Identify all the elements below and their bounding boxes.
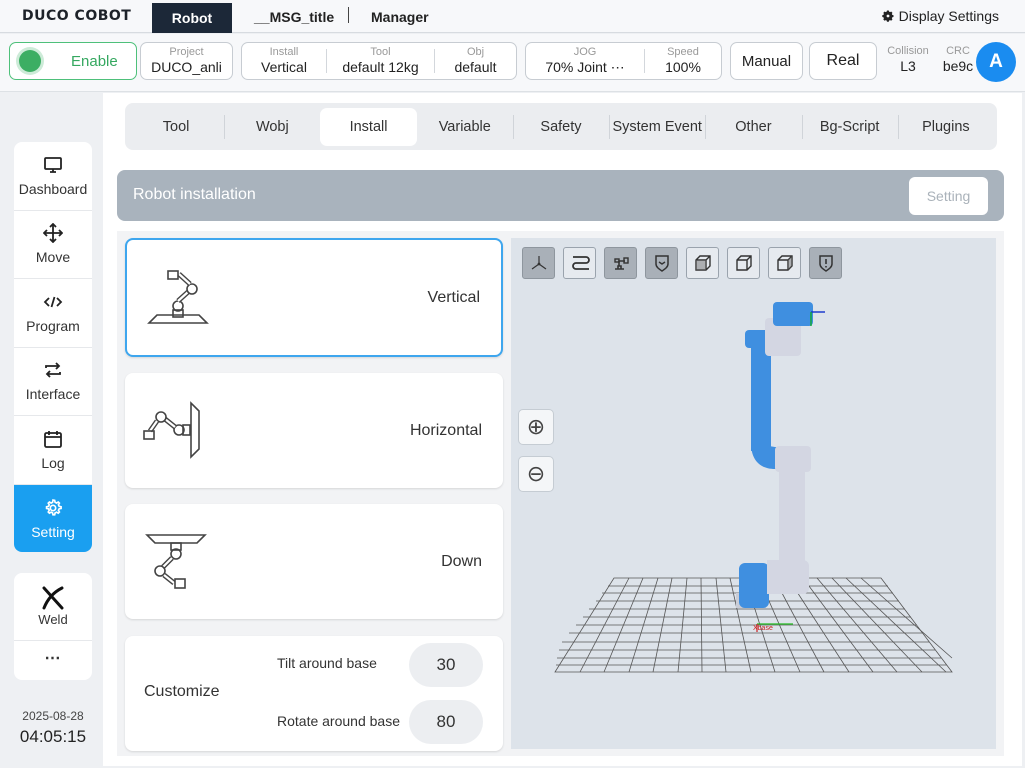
main-panel: Tool Wobj Install Variable Safety System… bbox=[103, 93, 1022, 766]
header-tab-msg-title[interactable]: __MSG_title bbox=[254, 9, 334, 25]
install-option-horizontal[interactable]: Horizontal bbox=[125, 373, 503, 488]
install-key: Install bbox=[269, 46, 299, 58]
install-value: Vertical bbox=[261, 59, 307, 75]
settings-tabs: Tool Wobj Install Variable Safety System… bbox=[125, 103, 997, 150]
rotate-input[interactable]: 80 bbox=[409, 700, 483, 744]
install-option-label: Vertical bbox=[427, 288, 480, 306]
sidebar-item-log[interactable]: Log bbox=[14, 416, 92, 485]
tool-key: Tool bbox=[370, 46, 391, 58]
sidebar-item-label: Setting bbox=[31, 523, 75, 540]
robot-3d-scene: Xbase bbox=[554, 302, 953, 673]
tilt-label: Tilt around base bbox=[277, 655, 377, 671]
sidebar-item-move[interactable]: Move bbox=[14, 211, 92, 279]
gear-icon bbox=[881, 10, 894, 22]
install-option-customize[interactable]: Customize Tilt around base 30 Rotate aro… bbox=[125, 636, 503, 751]
monitor-icon bbox=[44, 156, 62, 173]
more-button[interactable]: ⋯ bbox=[14, 641, 92, 680]
sidebar-item-label: Weld bbox=[38, 612, 68, 627]
tool-value: default 12kg bbox=[342, 59, 419, 75]
install-tool-obj-box[interactable]: Install Vertical Tool default 12kg Obj d… bbox=[241, 42, 517, 80]
jog-speed-box[interactable]: JOG 70% Joint ⋯ Speed 100% bbox=[525, 42, 722, 80]
collision-key: Collision bbox=[887, 45, 929, 57]
user-avatar[interactable]: A bbox=[976, 42, 1016, 82]
sidebar-item-dashboard[interactable]: Dashboard bbox=[14, 142, 92, 211]
code-icon bbox=[43, 296, 63, 308]
jog-key: JOG bbox=[573, 46, 597, 58]
install-option-label: Down bbox=[441, 552, 482, 570]
enable-button[interactable]: Enable bbox=[9, 42, 137, 80]
tab-bg-script[interactable]: Bg-Script bbox=[801, 108, 898, 146]
obj-key: Obj bbox=[466, 46, 485, 58]
robot-horizontal-icon bbox=[143, 401, 200, 459]
manual-mode-button[interactable]: Manual bbox=[730, 42, 803, 80]
project-key: Project bbox=[169, 46, 204, 58]
calendar-icon bbox=[44, 430, 62, 448]
sidebar-item-label: Move bbox=[35, 249, 71, 266]
weld-icon bbox=[42, 586, 64, 610]
sidebar-item-weld[interactable]: Weld bbox=[14, 573, 92, 641]
obj-value: default bbox=[454, 59, 497, 75]
section-header: Robot installation Setting bbox=[117, 170, 1004, 221]
header-divider bbox=[348, 7, 349, 23]
move-icon bbox=[43, 223, 63, 244]
customize-label: Customize bbox=[144, 683, 220, 700]
robot-3d-viewer[interactable]: ⊕ ⊖ Xbase bbox=[511, 238, 996, 749]
tab-other[interactable]: Other bbox=[705, 108, 801, 146]
sidebar-item-label: Interface bbox=[25, 386, 81, 403]
sidebar-item-label: Log bbox=[41, 454, 65, 471]
crc-value: be9c bbox=[942, 58, 974, 74]
swap-icon bbox=[45, 362, 61, 378]
enable-label: Enable bbox=[71, 52, 118, 70]
tab-plugins[interactable]: Plugins bbox=[897, 108, 994, 146]
tilt-input[interactable]: 30 bbox=[409, 643, 483, 687]
tab-system-event[interactable]: System Event bbox=[609, 108, 705, 146]
tab-install[interactable]: Install bbox=[320, 107, 417, 146]
sidebar-item-label: Program bbox=[26, 317, 80, 334]
section-title: Robot installation bbox=[133, 186, 256, 203]
crc-status: CRC be9c bbox=[938, 42, 978, 78]
base-axis-label: Xbase bbox=[753, 625, 773, 632]
jog-value: 70% Joint ⋯ bbox=[545, 59, 625, 75]
sidebar-nav: Dashboard Move Program Interface Log Set… bbox=[14, 142, 92, 552]
tab-safety[interactable]: Safety bbox=[512, 108, 609, 146]
robot-vertical-icon bbox=[147, 270, 209, 324]
app-logo: DUCO COBOT bbox=[22, 8, 132, 24]
top-bar: DUCO COBOT Robot __MSG_title Manager Dis… bbox=[0, 0, 1025, 33]
install-option-label: Horizontal bbox=[409, 421, 482, 439]
current-date: 2025-08-28 bbox=[22, 709, 84, 723]
install-content: Vertical Horizontal Down Customize Tilt … bbox=[117, 231, 1004, 756]
install-option-down[interactable]: Down bbox=[125, 504, 503, 619]
gear-icon bbox=[45, 498, 62, 516]
robot-down-icon bbox=[145, 534, 207, 589]
header-tab-robot[interactable]: Robot bbox=[152, 3, 232, 33]
sidebar-item-setting[interactable]: Setting bbox=[14, 484, 92, 552]
sidebar-item-interface[interactable]: Interface bbox=[14, 348, 92, 416]
sidebar-item-program[interactable]: Program bbox=[14, 279, 92, 348]
robot-arm bbox=[736, 302, 825, 632]
collision-status: Collision L3 bbox=[882, 42, 934, 78]
tab-tool[interactable]: Tool bbox=[128, 108, 224, 146]
display-settings-label: Display Settings bbox=[898, 8, 999, 24]
speed-value: 100% bbox=[665, 59, 701, 75]
current-time: 04:05:15 bbox=[19, 727, 87, 746]
project-box[interactable]: Project DUCO_anli bbox=[140, 42, 233, 80]
collision-value: L3 bbox=[900, 58, 916, 74]
setting-button[interactable]: Setting bbox=[909, 177, 988, 215]
real-mode-button[interactable]: Real bbox=[809, 42, 877, 80]
project-value: DUCO_anli bbox=[151, 59, 222, 75]
header-tab-manager[interactable]: Manager bbox=[371, 9, 429, 25]
tab-variable[interactable]: Variable bbox=[417, 108, 513, 146]
sidebar-plugins: Weld ⋯ bbox=[14, 573, 92, 680]
display-settings-button[interactable]: Display Settings bbox=[881, 8, 999, 24]
crc-key: CRC bbox=[946, 45, 970, 57]
tab-wobj[interactable]: Wobj bbox=[224, 108, 320, 146]
install-option-vertical[interactable]: Vertical bbox=[125, 238, 503, 357]
rotate-label: Rotate around base bbox=[277, 713, 400, 729]
status-bar: Enable Project DUCO_anli Install Vertica… bbox=[0, 34, 1025, 92]
enable-status-icon bbox=[19, 50, 41, 72]
speed-key: Speed bbox=[667, 46, 699, 58]
sidebar-item-label: Dashboard bbox=[18, 180, 88, 197]
